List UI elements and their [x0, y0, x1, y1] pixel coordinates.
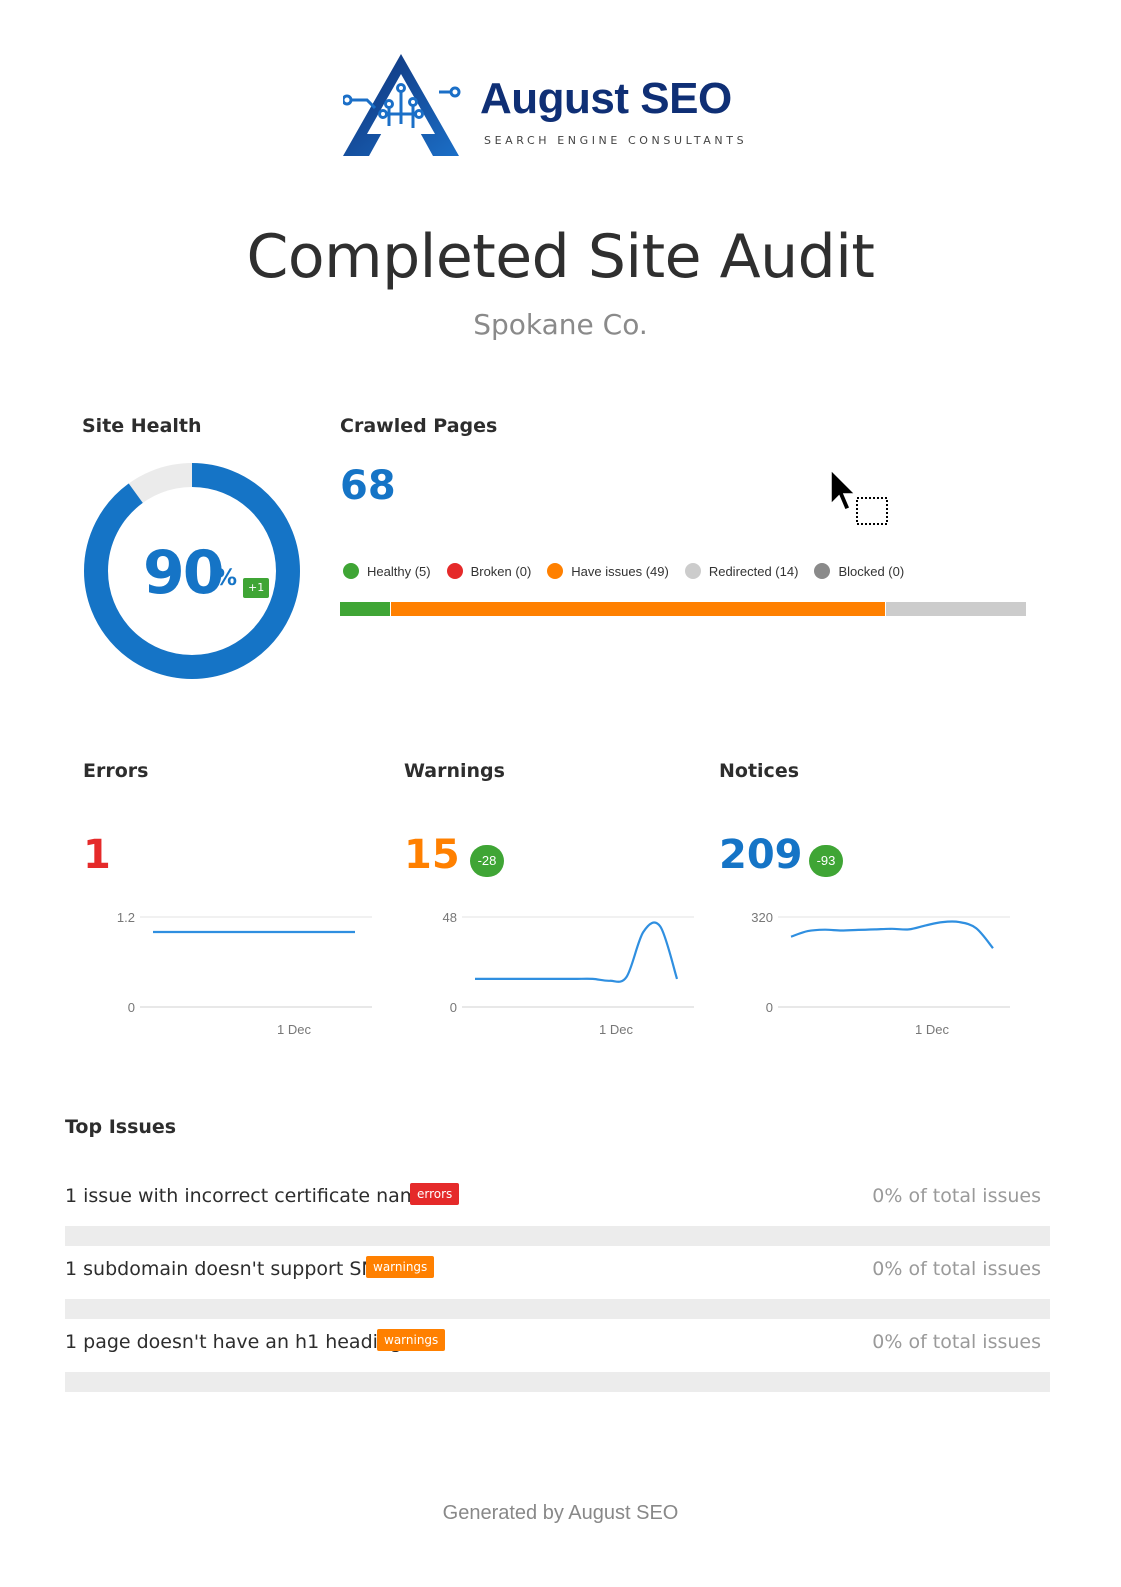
crawled-pages-label: Crawled Pages [340, 415, 498, 437]
notices-trend-chart: 320 0 1 Dec [751, 910, 1010, 1037]
issue-row[interactable]: 1 page doesn't have an h1 heading warnin… [65, 1319, 1050, 1392]
page-title: Completed Site Audit [246, 222, 875, 292]
top-issues-title: Top Issues [65, 1116, 177, 1138]
errors-label: Errors [83, 760, 149, 782]
warnings-value: 15 [404, 832, 460, 878]
crawled-pages-value: 68 [340, 463, 396, 509]
legend-label: Healthy (5) [367, 563, 431, 579]
y-tick-label: 320 [751, 910, 773, 925]
circuit-triangle-a-logo-icon [343, 54, 461, 156]
notices-label: Notices [719, 760, 800, 782]
warnings-trend-chart: 48 0 1 Dec [443, 910, 694, 1037]
site-health-label: Site Health [82, 415, 202, 437]
issue-text[interactable]: 1 page doesn't have an h1 heading [65, 1331, 402, 1353]
legend-item-redirected[interactable]: Redirected (14) [682, 563, 799, 579]
broken-dot-icon [446, 563, 463, 579]
legend-item-broken[interactable]: Broken (0) [444, 563, 532, 579]
bar-segment [390, 602, 886, 616]
bar-segment [885, 602, 1027, 616]
brand-logo: August SEO SEARCH ENGINE CONSULTANTS [343, 52, 773, 162]
issue-share-bar [65, 1226, 1050, 1246]
series-line [790, 920, 994, 949]
crawled-pages-stacked-bar [340, 602, 1027, 616]
healthy-dot-icon [343, 563, 359, 579]
issue-text[interactable]: 1 subdomain doesn't support SNI [65, 1258, 381, 1280]
brand-tagline: SEARCH ENGINE CONSULTANTS [484, 134, 748, 147]
issue-severity-badge: warnings [377, 1329, 446, 1351]
issue-share-bar [65, 1372, 1050, 1392]
issue-severity-badge: errors [410, 1183, 460, 1205]
bar-segment [340, 602, 391, 616]
have-issues-dot-icon [547, 563, 564, 579]
legend-label: Broken (0) [470, 563, 532, 579]
issue-share: 0% of total issues [872, 1185, 1041, 1207]
blocked-dot-icon [814, 563, 831, 579]
page-subtitle: Spokane Co. [473, 308, 648, 341]
issue-row[interactable]: 1 issue with incorrect certificate name … [65, 1173, 1050, 1246]
x-tick-label: 1 Dec [277, 1022, 311, 1037]
site-health-delta-badge: +1 [243, 578, 270, 598]
errors-value: 1 [83, 832, 111, 878]
footer-text: Generated by August SEO [442, 1502, 679, 1524]
issue-share: 0% of total issues [872, 1258, 1041, 1280]
x-tick-label: 1 Dec [599, 1022, 633, 1037]
issue-share: 0% of total issues [872, 1331, 1041, 1353]
y-tick-label: 0 [766, 1000, 773, 1015]
legend-label: Have issues (49) [571, 563, 669, 579]
y-tick-label: 0 [450, 1000, 457, 1015]
issue-row[interactable]: 1 subdomain doesn't support SNI warnings… [65, 1246, 1050, 1319]
x-tick-label: 1 Dec [915, 1022, 949, 1037]
series-line [475, 921, 679, 983]
y-tick-label: 0 [128, 1000, 135, 1015]
errors-trend-chart: 1.2 0 1 Dec [117, 910, 372, 1037]
warnings-delta-badge: -28 [470, 845, 504, 877]
mouse-pointer-icon [830, 468, 888, 525]
issue-share-bar [65, 1299, 1050, 1319]
legend-item-healthy[interactable]: Healthy (5) [340, 563, 431, 579]
site-health-value: 90 [143, 538, 224, 608]
crawled-pages-legend: Healthy (5) Broken (0) Have issues (49) … [340, 560, 917, 582]
warnings-label: Warnings [404, 760, 505, 782]
brand-name: August SEO [480, 74, 732, 123]
issue-severity-badge: warnings [366, 1256, 435, 1278]
legend-item-have-issues[interactable]: Have issues (49) [544, 563, 669, 579]
site-health-unit: % [215, 566, 238, 591]
y-tick-label: 1.2 [117, 910, 135, 925]
notices-delta-badge: -93 [809, 845, 843, 877]
legend-label: Blocked (0) [838, 563, 905, 579]
issue-text[interactable]: 1 issue with incorrect certificate name [65, 1185, 430, 1207]
redirected-dot-icon [684, 563, 701, 579]
y-tick-label: 48 [443, 910, 457, 925]
legend-label: Redirected (14) [708, 563, 799, 579]
legend-item-blocked[interactable]: Blocked (0) [811, 563, 904, 579]
notices-value: 209 [719, 832, 803, 878]
